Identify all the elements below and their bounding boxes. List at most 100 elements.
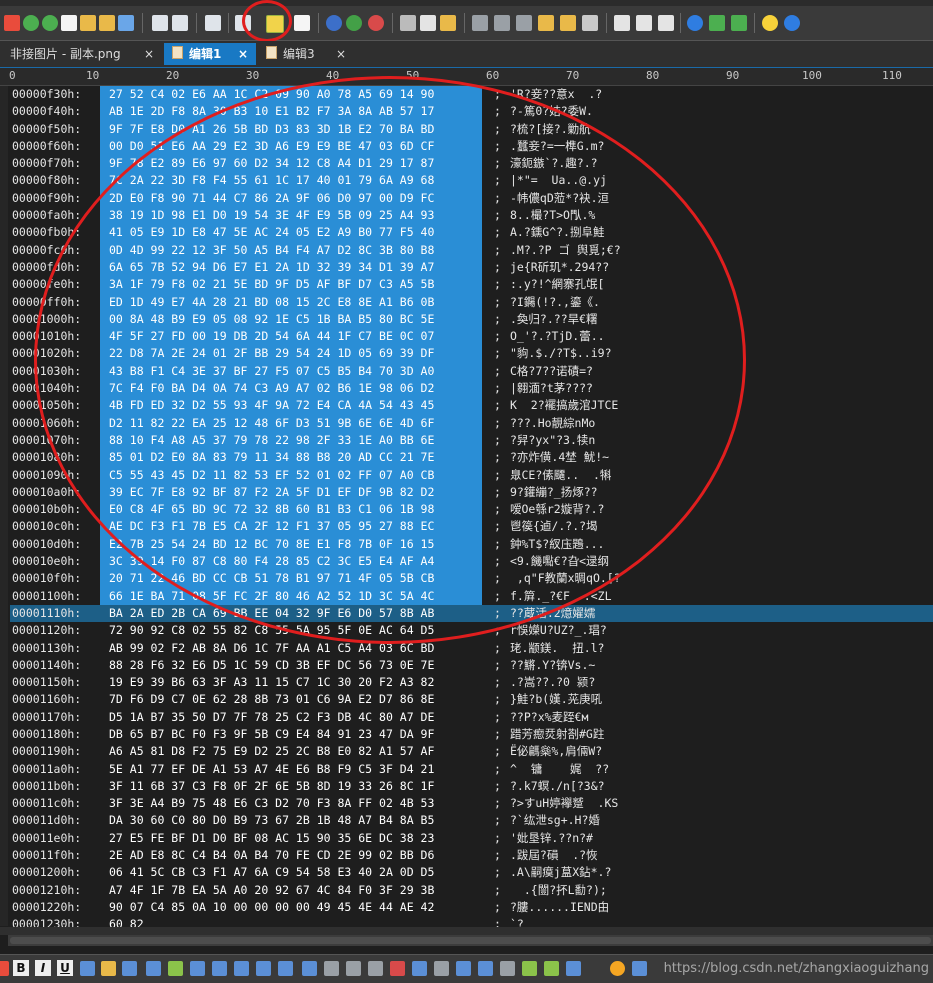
paste-icon[interactable]: [440, 15, 456, 31]
row-ascii[interactable]: r悞嬫U?UZ?_.琩?: [510, 622, 607, 639]
row-hex-bytes[interactable]: 27 52 C4 02 E6 AA 1C C2 09 90 A0 78 A5 6…: [100, 86, 482, 104]
format-icon[interactable]: [632, 961, 647, 976]
format-icon[interactable]: [80, 961, 95, 976]
row-hex-bytes[interactable]: 41 05 E9 1D E8 47 5E AC 24 05 E2 A9 B0 7…: [100, 224, 482, 242]
hex-row[interactable]: 000010f0h: 20 71 22 46 BD CC CB 51 78 B1 …: [10, 570, 933, 588]
hex-row[interactable]: 000011d0h: DA 30 60 C0 80 D0 B9 73 67 2B …: [10, 812, 933, 829]
row-ascii[interactable]: ??P?x%麦跮€м: [510, 709, 588, 726]
forward-arrow-icon[interactable]: [42, 15, 58, 31]
hex-row[interactable]: 00001120h: 72 90 92 C8 02 55 82 C8 55 5A …: [10, 622, 933, 639]
row-hex-bytes[interactable]: D2 11 82 22 EA 25 12 48 6F D3 51 9B 6E 6…: [100, 414, 482, 432]
row-ascii[interactable]: K 2?襬搞歲涫JTCE: [510, 397, 618, 414]
row-ascii[interactable]: .跋屆?磒 .?恢: [510, 847, 598, 864]
hex-row[interactable]: 00001210h: A7 4F 1F 7B EA 5A A0 20 92 67 …: [10, 882, 933, 899]
format-icon[interactable]: [256, 961, 271, 976]
row-ascii[interactable]: ??鱂.Y?锛Vs.~: [510, 657, 595, 674]
hex-row[interactable]: 00001030h: 43 B8 F1 C4 3E 37 BF 27 F5 07 …: [10, 362, 933, 381]
close-red-icon[interactable]: [4, 15, 20, 31]
print-preview-icon[interactable]: [172, 15, 188, 31]
row-hex-bytes[interactable]: 72 90 92 C8 02 55 82 C8 55 5A 95 5F 0E A…: [100, 622, 482, 639]
format-icon[interactable]: [234, 961, 249, 976]
format-icon[interactable]: [368, 961, 383, 976]
row-ascii[interactable]: .蠶妾?=一榫G.m?: [510, 138, 604, 155]
hex-row[interactable]: 00001200h: 06 41 5C CB C3 F1 A7 6A C9 54 …: [10, 864, 933, 881]
row-ascii[interactable]: |翱湎?t茅????: [510, 380, 593, 397]
row-ascii[interactable]: ??蔵活.2燱嬥嬬: [510, 605, 595, 622]
hex-row[interactable]: 00000fd0h: 6A 65 7B 52 94 D6 E7 E1 2A 1D …: [10, 258, 933, 277]
hex-row[interactable]: 00000ff0h: ED 1D 49 E7 4A 28 21 BD 08 15 …: [10, 293, 933, 311]
hex-row[interactable]: 000010e0h: 3C 39 14 F0 87 C8 80 F4 28 85 …: [10, 553, 933, 571]
row-ascii[interactable]: '妣垦锌.??n?#: [510, 830, 593, 847]
row-ascii[interactable]: 臮CE?傃飅.. .犐: [510, 467, 611, 484]
tab-image-copy[interactable]: 非接图片 - 副本.png ×: [2, 43, 162, 65]
scrollbar-thumb[interactable]: [10, 937, 931, 944]
row-ascii[interactable]: O_'?.?TjD.蕾..: [510, 328, 605, 345]
hex-row[interactable]: 00001050h: 4B FD ED 32 D2 55 93 4F 9A 72 …: [10, 397, 933, 415]
format-icon[interactable]: [566, 961, 581, 976]
underline-icon[interactable]: U: [57, 960, 73, 976]
row-hex-bytes[interactable]: E2 7B 25 54 24 BD 12 BC 70 8E E1 F8 7B 0…: [100, 535, 482, 554]
hex-row[interactable]: 00000fa0h: 38 19 1D 98 E1 D0 19 54 3E 4F …: [10, 207, 933, 225]
hex-row[interactable]: 00001020h: 22 D8 7A 2E 24 01 2F BB 29 54 …: [10, 345, 933, 363]
row-ascii[interactable]: Ё佖騗橤%,肩倆W?: [510, 743, 602, 760]
row-ascii[interactable]: C格?7??诺磧=?: [510, 363, 593, 380]
row-ascii[interactable]: ?.k7螟./n[?3&?: [510, 778, 605, 795]
row-ascii[interactable]: .?嵩??.?0 颍?: [510, 674, 595, 691]
row-hex-bytes[interactable]: 9F 7F E8 D0 A1 26 5B BD D3 83 3D 1B E2 7…: [100, 120, 482, 138]
tab-edit1[interactable]: 编辑1 ×: [164, 43, 256, 65]
format-icon[interactable]: [478, 961, 493, 976]
row-hex-bytes[interactable]: 66 1E BA 71 08 5F FC 2F 80 46 A2 52 1D 3…: [100, 587, 482, 605]
row-hex-bytes[interactable]: 22 D8 7A 2E 24 01 2F BB 29 54 24 1D 05 6…: [100, 345, 482, 363]
hex-row[interactable]: 00000fb0h: 41 05 E9 1D E8 47 5E AC 24 05 …: [10, 224, 933, 242]
hex-row[interactable]: 00001170h: D5 1A B7 35 50 D7 7F 78 25 C2 …: [10, 709, 933, 726]
format-icon[interactable]: [610, 961, 625, 976]
hex-row[interactable]: 00000f70h: 9F 78 E2 89 E6 97 60 D2 34 12 …: [10, 155, 933, 173]
hex-row[interactable]: 00000fe0h: 3A 1F 79 F8 02 21 5E BD 9F D5 …: [10, 276, 933, 294]
row-ascii[interactable]: je{R斫玑*.294??: [510, 259, 609, 276]
help-icon[interactable]: [784, 15, 800, 31]
row-hex-bytes[interactable]: 00 8A 48 B9 E9 05 08 92 1E C5 1B BA B5 8…: [100, 310, 482, 329]
row-hex-bytes[interactable]: C5 55 43 45 D2 11 82 53 EF 52 01 02 FF 0…: [100, 466, 482, 484]
format-icon[interactable]: [278, 961, 293, 976]
hex-row[interactable]: 000010c0h: AE DC F3 F1 7B E5 CA 2F 12 F1 …: [10, 518, 933, 536]
row-hex-bytes[interactable]: 7C 2A 22 3D F8 F4 55 61 1C 17 40 01 79 6…: [100, 172, 482, 190]
row-ascii[interactable]: .{闓?抔L勫?);: [510, 882, 607, 899]
row-hex-bytes[interactable]: 39 EC 7F E8 92 BF 87 F2 2A 5F D1 EF DF 9…: [100, 483, 482, 502]
properties-icon[interactable]: [205, 15, 221, 31]
toolbar-green-icon[interactable]: [709, 15, 725, 31]
cascade-icon[interactable]: [658, 15, 674, 31]
row-hex-bytes[interactable]: 27 E5 FE BF D1 D0 BF 08 AC 15 90 35 6E D…: [100, 830, 482, 847]
row-ascii[interactable]: ?I鐊(!?.,鎏《.: [510, 294, 600, 311]
row-ascii[interactable]: |*"= Ua..@.yj: [510, 172, 607, 189]
row-ascii[interactable]: ???.Ho靚綜nMo: [510, 415, 595, 432]
row-ascii[interactable]: ,q"F教蘭x晭qO.[?: [510, 570, 621, 587]
row-ascii[interactable]: ?-篤0?姞?委W.: [510, 103, 593, 120]
hex-row[interactable]: 00001070h: 88 10 F4 A8 A5 37 79 78 22 98 …: [10, 431, 933, 450]
open-folder-icon[interactable]: [80, 15, 96, 31]
hex-row[interactable]: 00001160h: 7D F6 D9 C7 0E 62 28 8B 73 01 …: [10, 691, 933, 708]
tile-icon[interactable]: [636, 15, 652, 31]
hex-row[interactable]: 00001010h: 4F 5F 27 FD 00 19 DB 2D 54 6A …: [10, 328, 933, 346]
row-hex-bytes[interactable]: 3F 3E A4 B9 75 48 E6 C3 D2 70 F3 8A FF 0…: [100, 795, 482, 812]
row-hex-bytes[interactable]: 20 71 22 46 BD CC CB 51 78 B1 97 71 4F 0…: [100, 570, 482, 588]
hex-row[interactable]: 000010a0h: 39 EC 7F E8 92 BF 87 F2 2A 5F …: [10, 483, 933, 502]
folder-icon[interactable]: [99, 15, 115, 31]
row-hex-bytes[interactable]: ED 1D 49 E7 4A 28 21 BD 08 15 2C E8 8E A…: [100, 293, 482, 311]
hex-row[interactable]: 000011a0h: 5E A1 77 EF DE A1 53 A7 4E E6 …: [10, 761, 933, 778]
row-hex-bytes[interactable]: AB 99 02 F2 AB 8A D6 1C 7F AA A1 C5 A4 0…: [100, 640, 482, 657]
format-icon[interactable]: [302, 961, 317, 976]
format-icon[interactable]: [500, 961, 515, 976]
row-ascii[interactable]: 珯.颛鎂. 扭.l?: [510, 640, 604, 657]
hex-row[interactable]: 00001130h: AB 99 02 F2 AB 8A D6 1C 7F AA …: [10, 640, 933, 657]
copy-icon[interactable]: [420, 15, 436, 31]
row-ascii[interactable]: 嗳Oe綔r2嫙背?.?: [510, 501, 604, 518]
row-hex-bytes[interactable]: 90 07 C4 85 0A 10 00 00 00 00 49 45 4E 4…: [100, 899, 482, 916]
format-icon[interactable]: [412, 961, 427, 976]
row-ascii[interactable]: .M?.?P ゴ 舆覓;€?: [510, 242, 621, 259]
row-hex-bytes[interactable]: DA 30 60 C0 80 D0 B9 73 67 2B 1B 48 A7 B…: [100, 812, 482, 829]
row-ascii[interactable]: <9.饑嚸€?旮<逯纲: [510, 553, 609, 570]
goto-icon[interactable]: [582, 15, 598, 31]
row-hex-bytes[interactable]: 6A 65 7B 52 94 D6 E7 E1 2A 1D 32 39 34 D…: [100, 258, 482, 277]
row-ascii[interactable]: f.簈._?€F .<ZL: [510, 588, 612, 605]
row-ascii[interactable]: 8..樶?T>O閄.%: [510, 207, 595, 224]
